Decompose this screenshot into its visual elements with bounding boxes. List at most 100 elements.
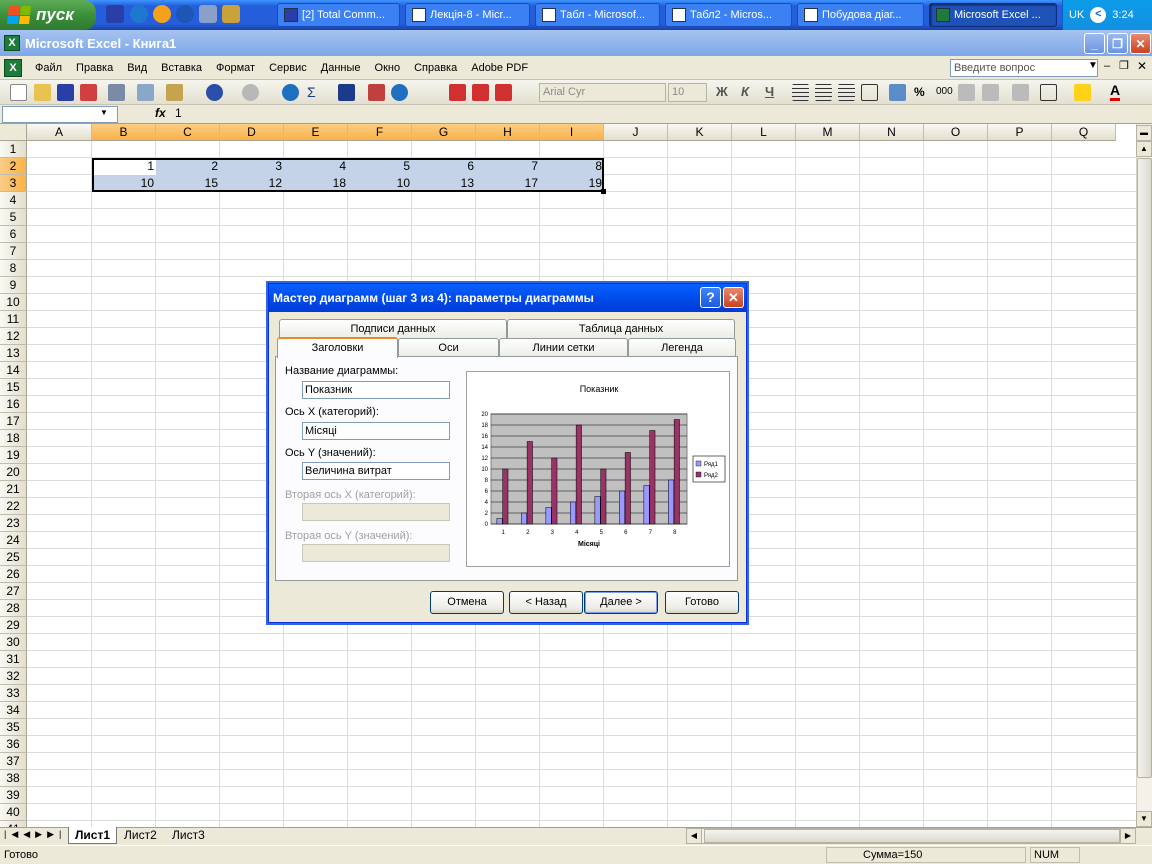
- sheet-tab-1[interactable]: Лист1: [68, 827, 118, 844]
- save-icon[interactable]: [57, 84, 74, 101]
- next-button[interactable]: Далее >: [584, 591, 658, 614]
- row-header[interactable]: 21: [0, 481, 27, 498]
- column-header[interactable]: N: [860, 124, 924, 141]
- row-header[interactable]: 17: [0, 413, 27, 430]
- increase-decimal-icon[interactable]: [958, 84, 975, 101]
- row-header[interactable]: 31: [0, 651, 27, 668]
- ask-dropdown-icon[interactable]: ▼: [1088, 60, 1098, 71]
- cell[interactable]: 10: [92, 175, 156, 192]
- help-icon[interactable]: [391, 84, 408, 101]
- column-header[interactable]: E: [284, 124, 348, 141]
- scroll-left-button[interactable]: ◀: [686, 828, 702, 844]
- menu-help[interactable]: Справка: [407, 62, 464, 74]
- column-header[interactable]: M: [796, 124, 860, 141]
- dialog-close-button[interactable]: ✕: [723, 287, 744, 308]
- thousands-button[interactable]: 000: [936, 86, 953, 97]
- row-header[interactable]: 23: [0, 515, 27, 532]
- hscroll-thumb[interactable]: [704, 829, 1120, 843]
- font-color-icon[interactable]: A: [1110, 83, 1121, 101]
- row-header[interactable]: 8: [0, 260, 27, 277]
- minimize-button[interactable]: _: [1084, 33, 1105, 54]
- save-quicklaunch-icon[interactable]: [106, 5, 124, 23]
- task-word-tabl[interactable]: Табл - Microsof...: [535, 3, 660, 27]
- row-header[interactable]: 34: [0, 702, 27, 719]
- row-header[interactable]: 1: [0, 141, 27, 158]
- paste-icon[interactable]: [166, 84, 183, 101]
- cell[interactable]: 5: [348, 158, 412, 175]
- x-axis-input[interactable]: Місяці: [302, 422, 450, 440]
- row-header[interactable]: 7: [0, 243, 27, 260]
- print-preview-icon[interactable]: [137, 84, 154, 101]
- column-header[interactable]: K: [668, 124, 732, 141]
- currency-icon[interactable]: [889, 84, 906, 101]
- cell[interactable]: 12: [220, 175, 284, 192]
- name-box-dropdown-icon[interactable]: ▼: [100, 108, 108, 117]
- row-header[interactable]: 11: [0, 311, 27, 328]
- row-header[interactable]: 12: [0, 328, 27, 345]
- fill-color-icon[interactable]: [1074, 84, 1091, 101]
- cell[interactable]: 13: [412, 175, 476, 192]
- row-header[interactable]: 27: [0, 583, 27, 600]
- chart-title-input[interactable]: Показник: [302, 381, 450, 399]
- browser-icon[interactable]: [176, 5, 194, 23]
- cell[interactable]: 8: [540, 158, 604, 175]
- chart-wizard-icon[interactable]: [368, 84, 385, 101]
- column-header[interactable]: P: [988, 124, 1052, 141]
- row-header[interactable]: 24: [0, 532, 27, 549]
- column-header[interactable]: B: [92, 124, 156, 141]
- row-header[interactable]: 37: [0, 753, 27, 770]
- y-axis-input[interactable]: Величина витрат: [302, 462, 450, 480]
- column-header[interactable]: O: [924, 124, 988, 141]
- menu-edit[interactable]: Правка: [69, 62, 120, 74]
- task-excel[interactable]: Microsoft Excel ...: [929, 3, 1057, 27]
- undo-icon[interactable]: [206, 84, 223, 101]
- column-header[interactable]: I: [540, 124, 604, 141]
- sort-ascending-icon[interactable]: [338, 84, 355, 101]
- document-icon[interactable]: [199, 5, 217, 23]
- cell[interactable]: 15: [156, 175, 220, 192]
- close-button[interactable]: ✕: [1130, 33, 1151, 54]
- pdf-mail-icon[interactable]: [472, 84, 489, 101]
- column-header[interactable]: Q: [1052, 124, 1116, 141]
- cell[interactable]: 6: [412, 158, 476, 175]
- row-header[interactable]: 30: [0, 634, 27, 651]
- tab-data-table[interactable]: Таблица данных: [507, 319, 735, 339]
- cell[interactable]: 10: [348, 175, 412, 192]
- back-button[interactable]: < Назад: [509, 591, 583, 614]
- print-icon[interactable]: [108, 84, 125, 101]
- align-left-icon[interactable]: [792, 84, 809, 101]
- indent-icon[interactable]: [1012, 84, 1029, 101]
- cell[interactable]: 18: [284, 175, 348, 192]
- menu-tools[interactable]: Сервис: [262, 62, 314, 74]
- row-header[interactable]: 20: [0, 464, 27, 481]
- bold-button[interactable]: Ж: [716, 84, 728, 99]
- row-header[interactable]: 9: [0, 277, 27, 294]
- column-header[interactable]: D: [220, 124, 284, 141]
- menu-insert[interactable]: Вставка: [154, 62, 209, 74]
- row-header[interactable]: 15: [0, 379, 27, 396]
- align-center-icon[interactable]: [815, 84, 832, 101]
- cell[interactable]: 3: [220, 158, 284, 175]
- row-header[interactable]: 4: [0, 192, 27, 209]
- cell[interactable]: 7: [476, 158, 540, 175]
- row-header[interactable]: 16: [0, 396, 27, 413]
- tab-axes[interactable]: Оси: [398, 338, 499, 358]
- row-header[interactable]: 10: [0, 294, 27, 311]
- cell[interactable]: 17: [476, 175, 540, 192]
- sheet-tab-2[interactable]: Лист2: [118, 827, 163, 844]
- split-box[interactable]: ▬: [1136, 125, 1152, 141]
- hyperlink-icon[interactable]: [282, 84, 299, 101]
- tool-icon[interactable]: [222, 5, 240, 23]
- underline-button[interactable]: Ч: [765, 84, 774, 99]
- row-header[interactable]: 28: [0, 600, 27, 617]
- cell[interactable]: 19: [540, 175, 604, 192]
- scroll-right-button[interactable]: ▶: [1120, 828, 1136, 844]
- autosum-icon[interactable]: Σ: [307, 84, 316, 100]
- new-icon[interactable]: [10, 84, 27, 101]
- media-icon[interactable]: [153, 5, 171, 23]
- restore-button[interactable]: ❐: [1107, 33, 1128, 54]
- row-header[interactable]: 26: [0, 566, 27, 583]
- cancel-button[interactable]: Отмена: [430, 591, 504, 614]
- row-header[interactable]: 29: [0, 617, 27, 634]
- align-right-icon[interactable]: [838, 84, 855, 101]
